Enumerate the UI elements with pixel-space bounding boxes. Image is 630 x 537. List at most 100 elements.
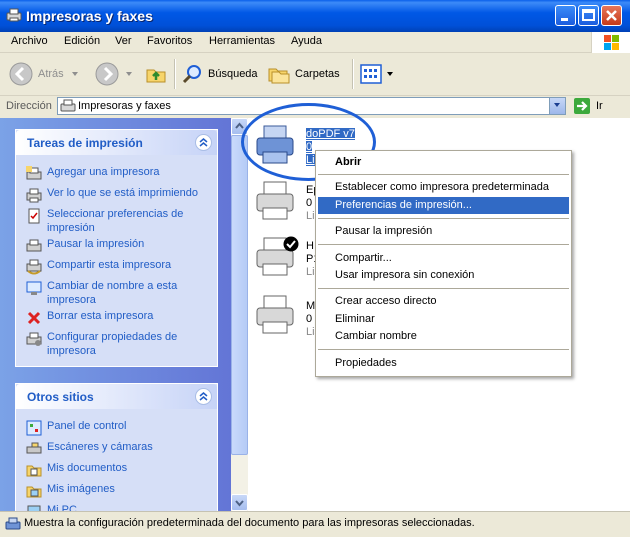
print-tasks-header[interactable]: Tareas de impresión [16, 130, 217, 155]
printer-status: 0 [306, 197, 313, 209]
place-my-pictures[interactable]: Mis imágenes [26, 482, 216, 499]
place-label: Mis imágenes [47, 483, 115, 495]
up-folder-button[interactable] [144, 59, 168, 89]
minimize-button[interactable] [555, 5, 576, 26]
task-rename[interactable]: Cambiar de nombre a esta impresora [26, 279, 216, 307]
task-share[interactable]: Compartir esta impresora [26, 258, 216, 275]
ctx-separator [318, 174, 569, 175]
toolbar-separator [174, 59, 176, 89]
back-arrow-icon [9, 62, 33, 86]
printer-status: 0 [306, 313, 313, 325]
task-label: Seleccionar preferencias de impresión [47, 208, 184, 234]
task-preferences[interactable]: Seleccionar preferencias de impresión [26, 207, 216, 235]
printer-status-icon [5, 517, 21, 530]
scroll-thumb[interactable] [231, 135, 248, 455]
ctx-delete[interactable]: Eliminar [318, 311, 569, 328]
toolbar-separator [352, 59, 354, 89]
chevron-down-icon [235, 500, 244, 507]
task-label: Cambiar de nombre a esta impresora [47, 280, 178, 306]
print-queue-icon [26, 188, 42, 203]
ctx-open[interactable]: Abrir [318, 154, 569, 171]
task-properties[interactable]: Configurar propiedades de impresora [26, 330, 216, 358]
place-label: Panel de control [47, 420, 127, 432]
printers-folder-icon [60, 99, 76, 112]
ctx-pause[interactable]: Pausar la impresión [318, 223, 569, 240]
control-panel-icon [26, 420, 42, 436]
chevron-down-icon [126, 72, 132, 76]
go-button[interactable]: Ir [573, 97, 603, 115]
forward-arrow-icon [95, 62, 119, 86]
ctx-properties[interactable]: Propiedades [318, 355, 569, 372]
menu-bar: Archivo Edición Ver Favoritos Herramient… [0, 32, 630, 53]
explorer-window: Impresoras y faxes Archivo Edición Ver F… [0, 0, 630, 537]
folders-button[interactable]: Carpetas [267, 59, 340, 89]
task-view-queue[interactable]: Ver lo que se está imprimiendo [26, 186, 216, 203]
title-bar[interactable]: Impresoras y faxes [0, 0, 630, 32]
place-my-computer[interactable]: Mi PC [26, 503, 216, 511]
address-dropdown-button[interactable] [549, 98, 565, 114]
task-label: Compartir esta impresora [47, 259, 172, 271]
forward-button[interactable] [94, 59, 134, 89]
search-icon [182, 65, 201, 84]
window-title: Impresoras y faxes [26, 8, 153, 24]
address-value: Impresoras y faxes [78, 100, 171, 112]
collapse-button[interactable] [195, 388, 212, 405]
back-button[interactable]: Atrás [8, 59, 80, 89]
place-label: Mi PC [47, 504, 77, 511]
ctx-shortcut[interactable]: Crear acceso directo [318, 293, 569, 310]
menu-ver[interactable]: Ver [115, 35, 132, 47]
close-button[interactable] [601, 5, 622, 26]
collapse-button[interactable] [195, 134, 212, 151]
task-pane-scrollbar[interactable] [231, 118, 248, 511]
place-scanners[interactable]: Escáneres y cámaras [26, 440, 216, 457]
my-pictures-icon [26, 486, 42, 498]
task-label: Agregar una impresora [47, 166, 160, 178]
ctx-share[interactable]: Compartir... [318, 250, 569, 267]
chevron-down-icon [387, 72, 393, 76]
chevron-down-icon [71, 72, 78, 76]
delete-icon [27, 311, 41, 325]
maximize-icon [582, 9, 595, 21]
task-add-printer[interactable]: Agregar una impresora [26, 165, 216, 182]
task-pause[interactable]: Pausar la impresión [26, 237, 216, 254]
ctx-separator [318, 218, 569, 219]
views-icon [360, 64, 382, 84]
other-places-panel: Otros sitios Panel de control Escáneres … [15, 383, 218, 511]
place-label: Mis documentos [47, 462, 128, 474]
minimize-icon [561, 18, 568, 21]
place-control-panel[interactable]: Panel de control [26, 419, 216, 436]
windows-logo [591, 32, 630, 53]
scanner-icon [26, 442, 42, 454]
search-label: Búsqueda [208, 68, 258, 80]
printer-icon [256, 181, 294, 220]
folders-icon [268, 68, 290, 84]
chevron-up-icon [199, 138, 208, 147]
maximize-button[interactable] [578, 5, 599, 26]
toolbar: Atrás Búsqueda Carpetas [0, 53, 630, 96]
properties-icon [26, 332, 42, 346]
other-places-header[interactable]: Otros sitios [16, 384, 217, 409]
scroll-down-button[interactable] [231, 494, 248, 511]
chevron-down-icon [554, 103, 560, 107]
task-label: Ver lo que se está imprimiendo [47, 187, 199, 199]
printers-folder-icon [6, 8, 22, 22]
menu-favoritos[interactable]: Favoritos [147, 35, 192, 47]
ctx-rename[interactable]: Cambiar nombre [318, 328, 569, 345]
views-button[interactable] [359, 59, 395, 89]
ctx-set-default[interactable]: Establecer como impresora predeterminada [318, 179, 569, 196]
menu-archivo[interactable]: Archivo [11, 35, 48, 47]
folder-up-icon [146, 69, 166, 83]
search-button[interactable]: Búsqueda [180, 59, 258, 89]
panel-title: Tareas de impresión [27, 136, 143, 150]
task-pane: Tareas de impresión Agregar una impresor… [0, 118, 231, 511]
task-label: Pausar la impresión [47, 238, 145, 250]
share-printer-icon [26, 259, 42, 275]
menu-herramientas[interactable]: Herramientas [209, 35, 275, 47]
rename-icon [26, 281, 42, 295]
place-my-documents[interactable]: Mis documentos [26, 461, 216, 478]
menu-edicion[interactable]: Edición [64, 35, 100, 47]
ctx-preferences[interactable]: Preferencias de impresión... [318, 197, 569, 214]
task-delete[interactable]: Borrar esta impresora [26, 309, 216, 326]
menu-ayuda[interactable]: Ayuda [291, 35, 322, 47]
ctx-offline[interactable]: Usar impresora sin conexión [318, 267, 569, 284]
